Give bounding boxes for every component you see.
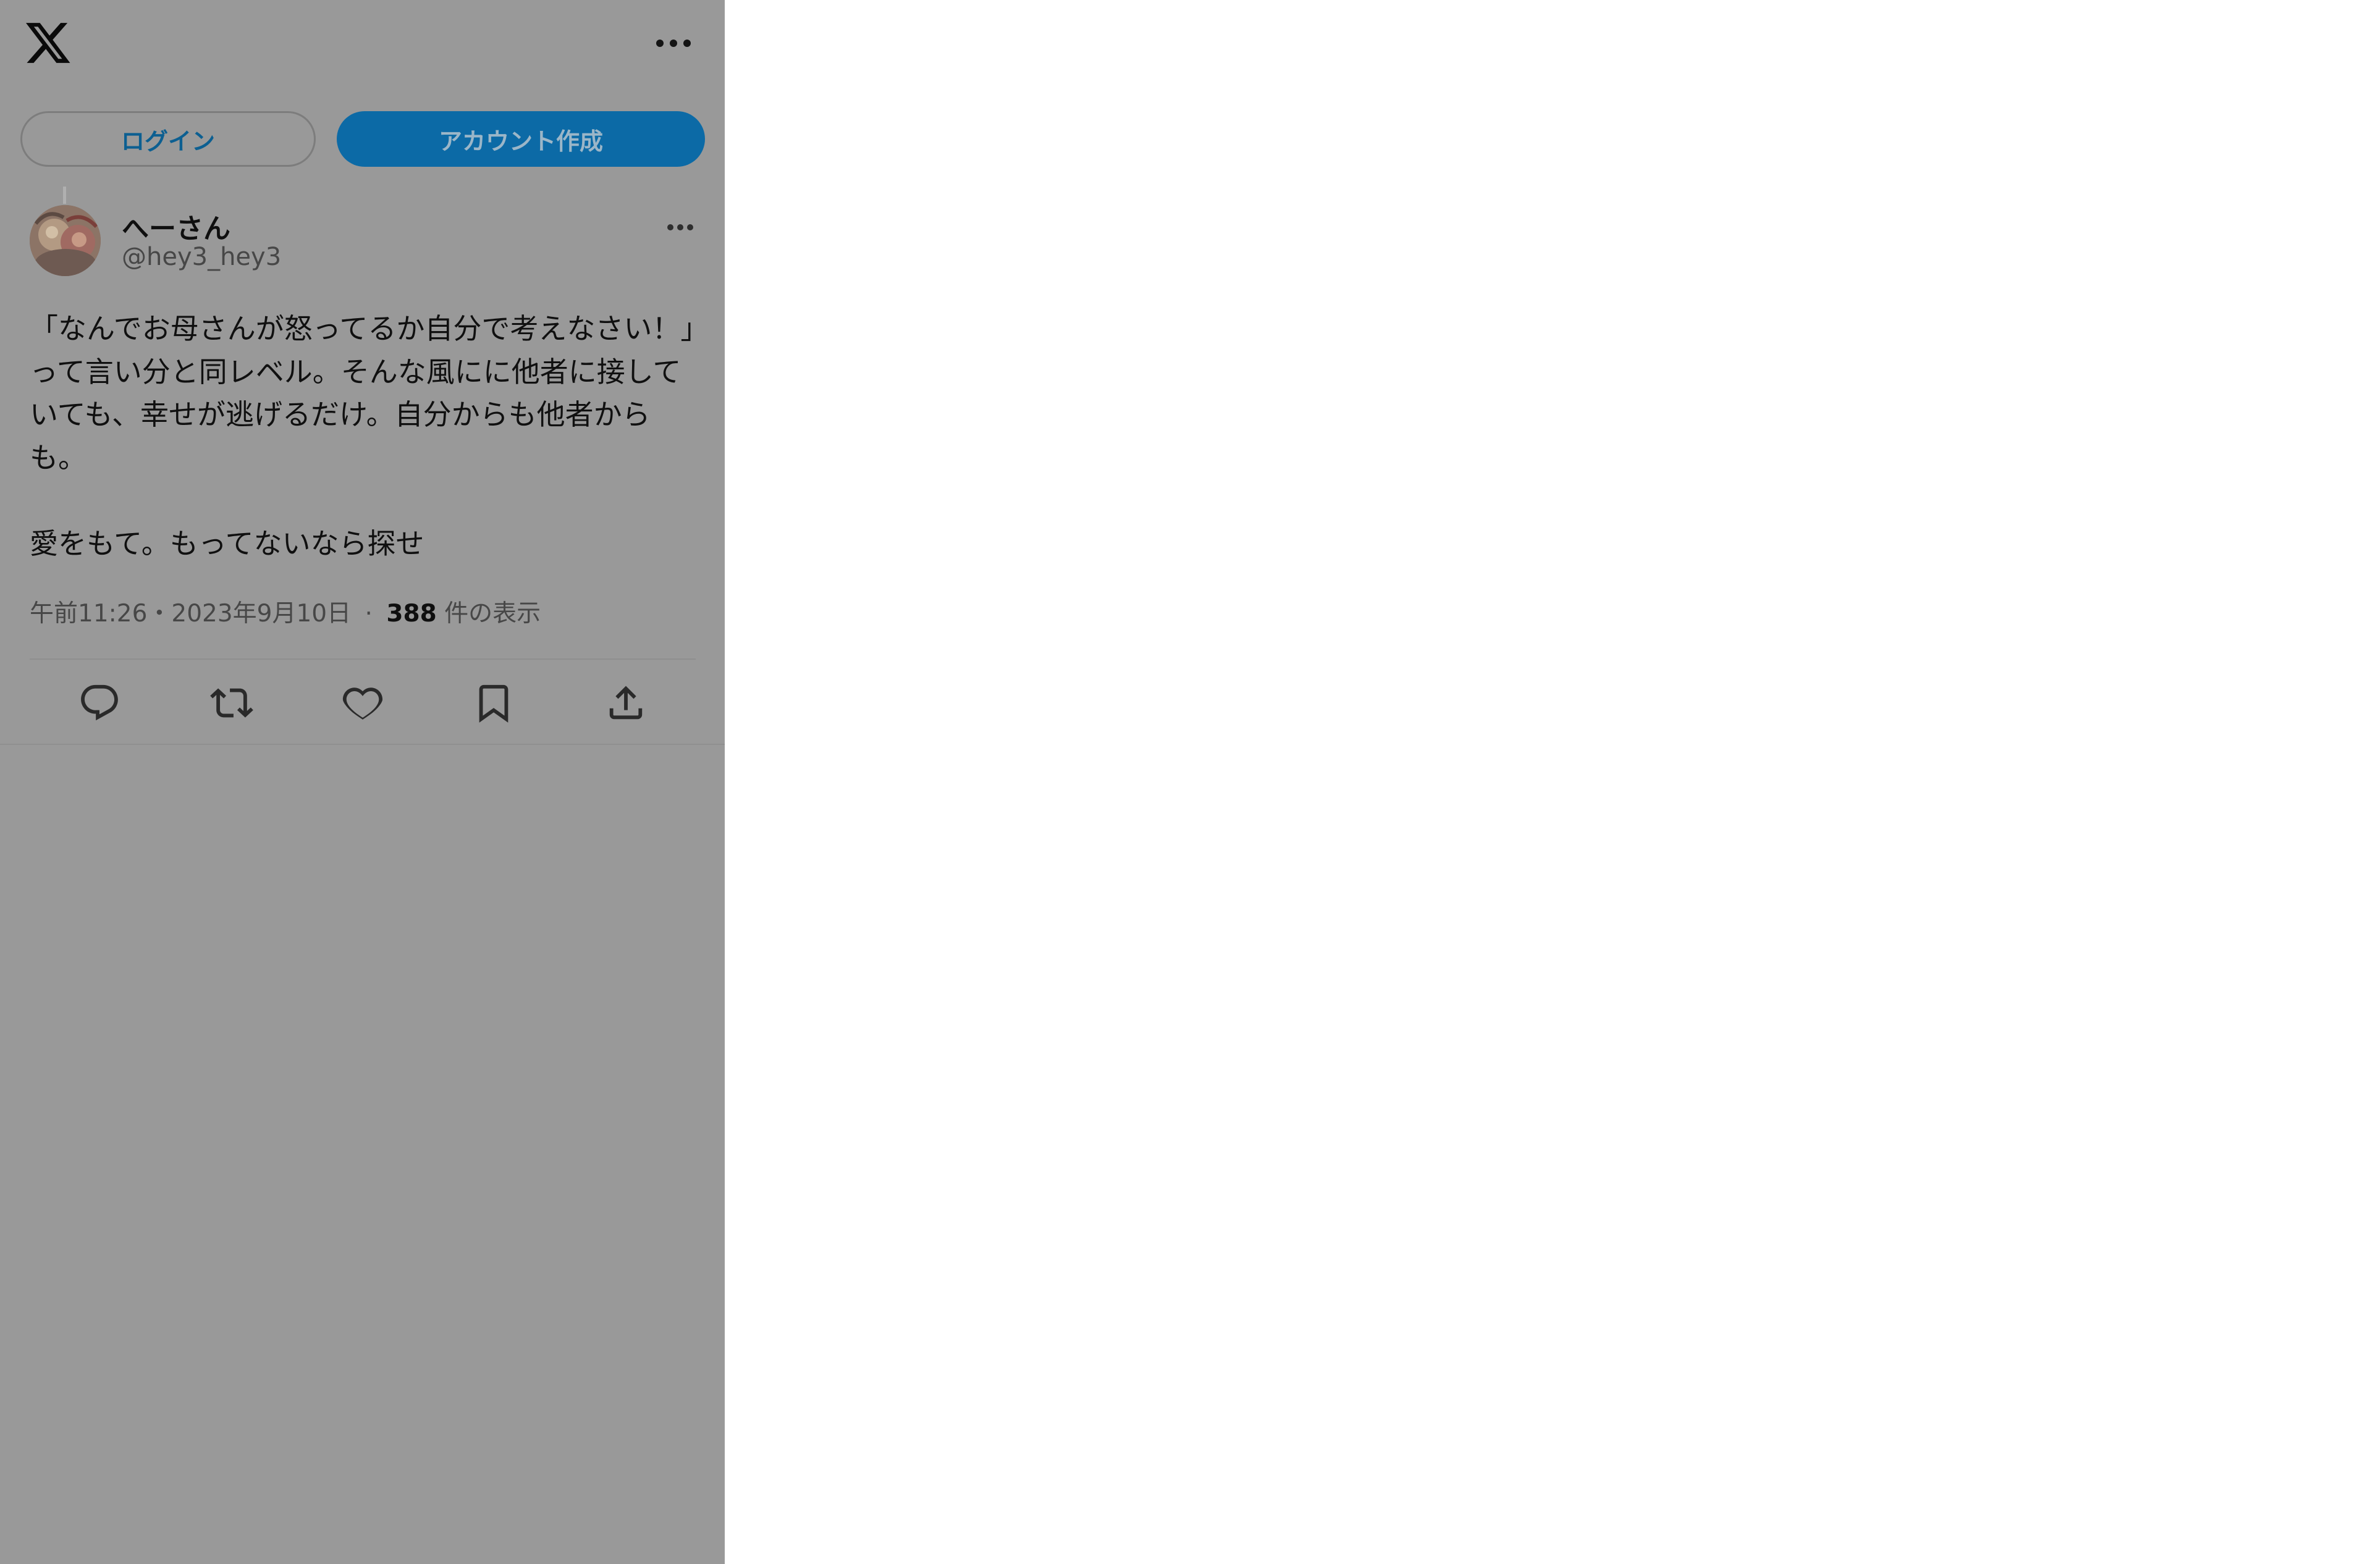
meta-divider <box>30 658 696 660</box>
create-account-button[interactable]: アカウント作成 <box>337 111 705 167</box>
share-icon <box>609 686 643 720</box>
tweet-text: 「なんでお母さんが怒ってるか自分で考えなさい！」って言い分と同レベル。そんな風に… <box>30 312 695 560</box>
share-button[interactable] <box>604 681 648 725</box>
meta-separator: · <box>365 600 373 628</box>
tweet-panel: ログイン アカウント作成 へーさん @hey3_hey3 「なんでお母さんが怒っ… <box>0 0 725 1564</box>
views-count: 388 <box>386 600 437 628</box>
page: ログイン アカウント作成 へーさん @hey3_hey3 「なんでお母さんが怒っ… <box>0 0 2380 1564</box>
x-logo-icon[interactable] <box>26 23 72 65</box>
like-button[interactable] <box>341 681 384 725</box>
time-date-separator: ・ <box>147 600 172 628</box>
bookmark-icon <box>479 684 508 723</box>
tweet-time[interactable]: 午前11:26 <box>30 600 147 628</box>
more-horizontal-icon[interactable] <box>655 37 692 49</box>
tweet-meta: 午前11:26・2023年9月10日 · 388 件の表示 <box>30 594 541 629</box>
avatar-image <box>30 205 101 276</box>
author-name[interactable]: へーさん <box>122 206 230 246</box>
like-icon <box>342 687 383 720</box>
top-bar <box>0 0 725 93</box>
tweet-more-icon[interactable] <box>666 222 694 232</box>
bookmark-button[interactable] <box>472 681 515 725</box>
views-label: 件の表示 <box>444 600 541 628</box>
thread-connector <box>63 187 66 204</box>
avatar[interactable] <box>30 205 101 276</box>
author-handle[interactable]: @hey3_hey3 <box>122 243 281 271</box>
retweet-icon <box>210 688 253 718</box>
reply-icon <box>81 684 118 721</box>
reply-button[interactable] <box>78 681 121 725</box>
tweet: へーさん @hey3_hey3 「なんでお母さんが怒ってるか自分で考えなさい！」… <box>0 185 725 745</box>
tweet-date[interactable]: 2023年9月10日 <box>171 600 351 628</box>
login-button[interactable]: ログイン <box>20 111 316 167</box>
retweet-button[interactable] <box>210 681 253 725</box>
